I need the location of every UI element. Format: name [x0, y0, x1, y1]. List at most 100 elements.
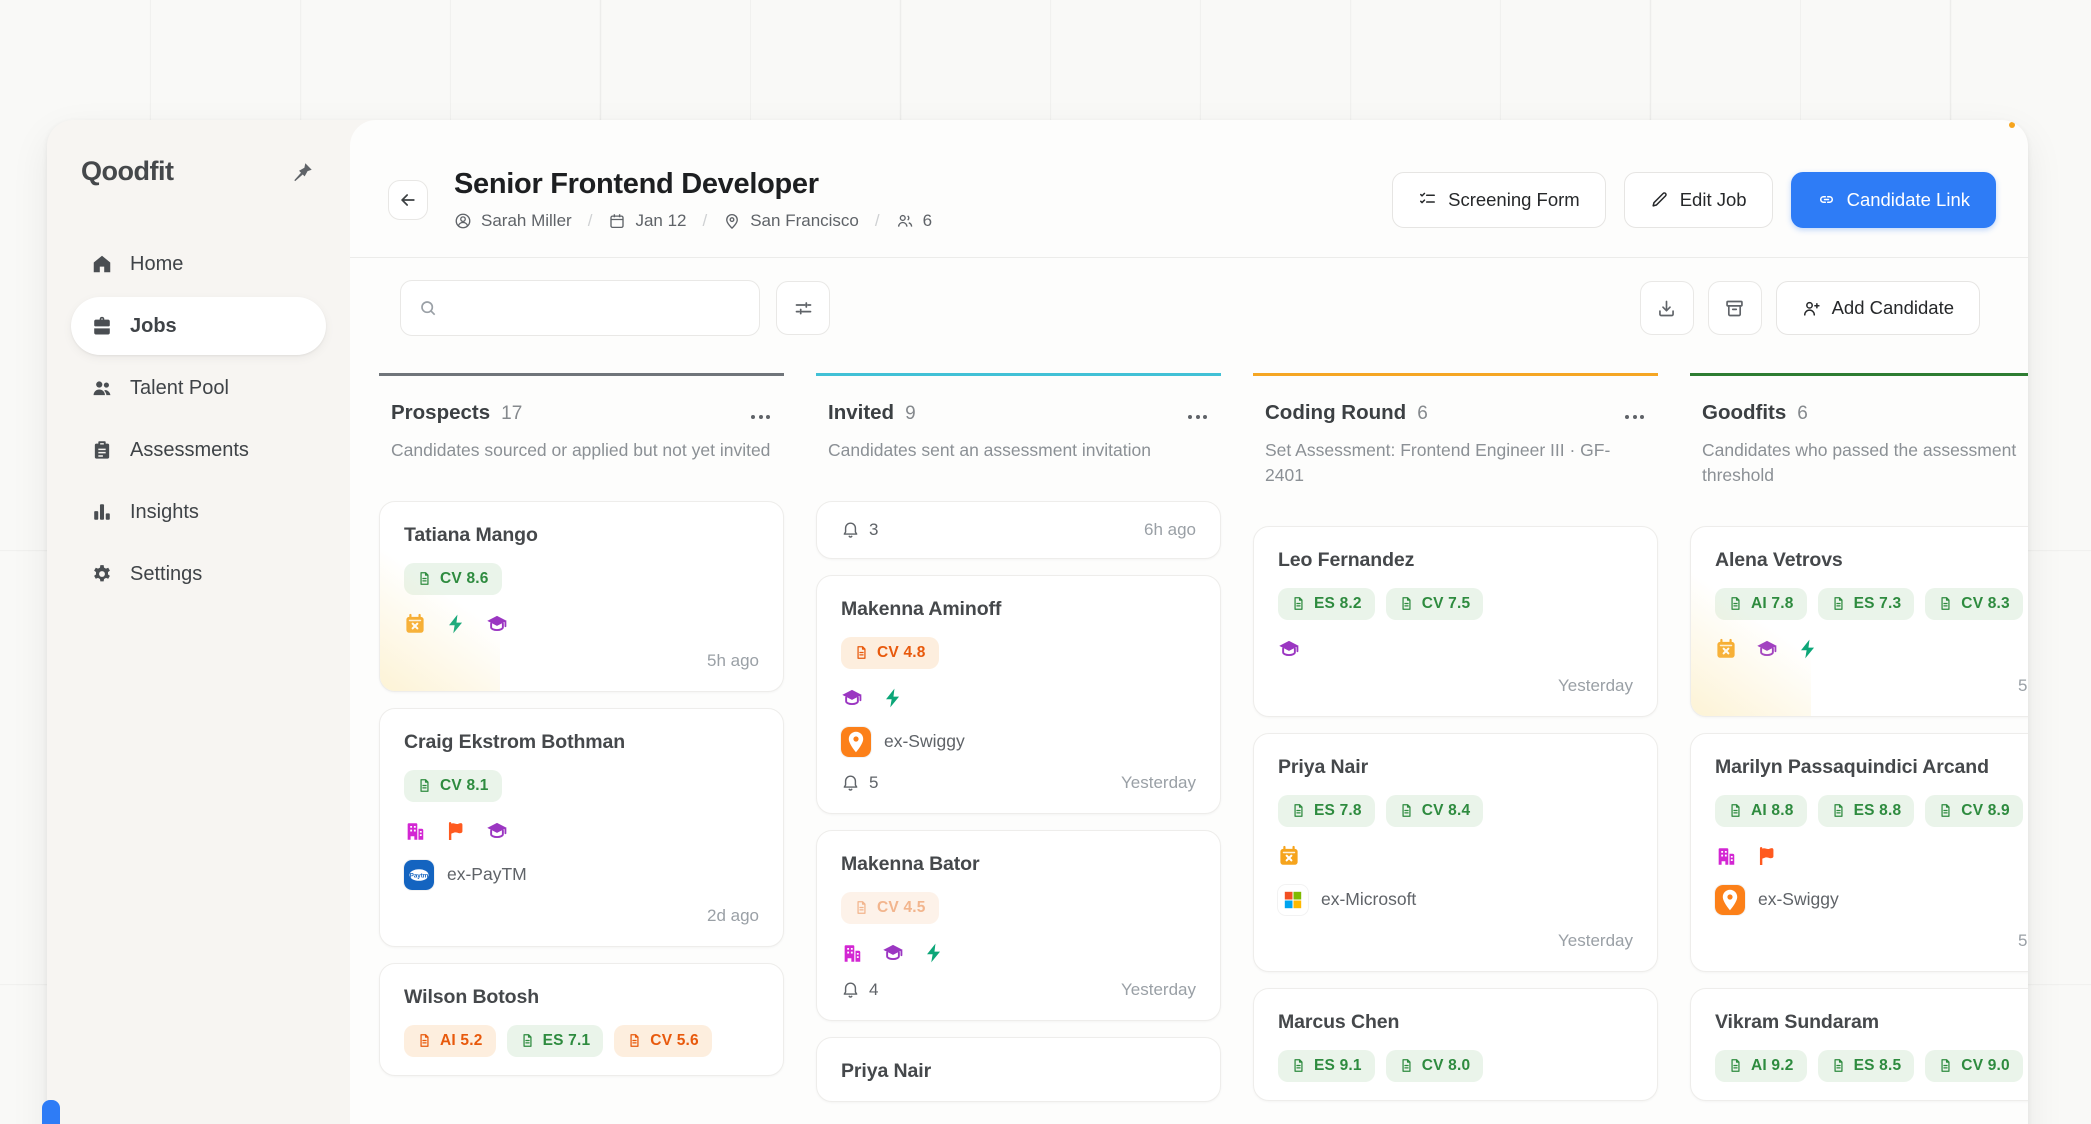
back-button[interactable] [388, 180, 428, 220]
column-header: Invited9Candidates sent an assessment in… [816, 376, 1221, 463]
candidate-card-marilyn-passaquindici-arcand[interactable]: Marilyn Passaquindici Arcand AI 8.8ES 8.8… [1690, 733, 2028, 972]
candidate-link-button[interactable]: Candidate Link [1791, 172, 1996, 228]
candidate-name: Marilyn Passaquindici Arcand [1715, 756, 2028, 779]
candidate-card-priya-nair[interactable]: Priya NairES 7.8CV 8.4ex-MicrosoftYester… [1253, 733, 1658, 972]
search-box[interactable] [400, 280, 760, 336]
app-window: Qoodfit HomeJobsTalent PoolAssessmentsIn… [47, 120, 2028, 1124]
document-icon [417, 778, 432, 793]
calendar-icon [608, 212, 626, 230]
candidate-name: Makenna Bator [841, 853, 1196, 876]
score-badges: CV 8.6 [404, 563, 759, 595]
company-name: ex-PayTM [447, 864, 527, 885]
column-title: Invited [828, 401, 894, 425]
screening-form-button[interactable]: Screening Form [1392, 172, 1606, 228]
candidate-name: Vikram Sundaram [1715, 1011, 2028, 1034]
score-badge: AI 5.2 [404, 1025, 496, 1057]
sidebar-item-home[interactable]: Home [71, 235, 326, 293]
building-icon [404, 820, 426, 842]
filter-button[interactable] [776, 281, 830, 335]
edit-job-button[interactable]: Edit Job [1624, 172, 1773, 228]
sidebar-item-insights[interactable]: Insights [71, 483, 326, 541]
company-row: ex-Microsoft [1278, 885, 1633, 915]
candidate-card-craig-ekstrom-bothman[interactable]: Craig Ekstrom BothmanCV 8.1Paytmex-PayTM… [379, 708, 784, 947]
candidate-name: Tatiana Mango [404, 524, 759, 547]
score-badge: CV 8.4 [1386, 795, 1484, 827]
card-footer: 5h ago [1715, 674, 2028, 698]
candidate-card-vikram-sundaram[interactable]: Vikram SundaramAI 9.2ES 8.5CV 9.0 [1690, 988, 2028, 1101]
signal-icons [1278, 638, 1633, 660]
swiggy-logo-icon [1715, 885, 1745, 915]
checklist-icon [1418, 190, 1437, 209]
link-icon [1817, 190, 1836, 209]
candidate-card-tatiana-mango[interactable]: Tatiana MangoCV 8.65h ago [379, 501, 784, 692]
sidebar-pin-icon[interactable] [290, 159, 316, 185]
cap-icon [841, 687, 863, 709]
company-name: ex-Swiggy [884, 731, 965, 752]
clipboard-icon [91, 439, 113, 461]
card-timestamp: Yesterday [1121, 980, 1196, 1000]
export-button[interactable] [1640, 281, 1694, 335]
search-icon [418, 298, 438, 318]
column-count: 9 [905, 403, 916, 425]
column-count: 6 [1417, 403, 1428, 425]
score-badges: AI 8.8ES 8.8CV 8.9 [1715, 795, 2028, 827]
brand-logo-dot [2009, 122, 2015, 128]
add-candidate-button[interactable]: Add Candidate [1776, 281, 1980, 335]
column-description: Set Assessment: Frontend Engineer III · … [1265, 438, 1646, 488]
document-icon [1938, 596, 1953, 611]
score-badge: ES 8.2 [1278, 588, 1375, 620]
score-badges: ES 7.8CV 8.4 [1278, 795, 1633, 827]
building-icon [841, 942, 863, 964]
people-icon [896, 212, 914, 230]
candidate-card-priya-nair[interactable]: Priya Nair [816, 1037, 1221, 1102]
candidate-card-makenna-aminoff[interactable]: Makenna AminoffCV 4.8ex-Swiggy5Yesterday [816, 575, 1221, 814]
sidebar-item-label: Assessments [130, 439, 249, 462]
sidebar-item-talent-pool[interactable]: Talent Pool [71, 359, 326, 417]
score-badge: CV 8.1 [404, 770, 502, 802]
signal-icons [404, 820, 759, 842]
candidate-card[interactable]: 36h ago [816, 501, 1221, 559]
score-badges: AI 7.8ES 7.3CV 8.3 [1715, 588, 2028, 620]
signal-icons [1278, 845, 1633, 867]
card-footer: 2d ago [404, 904, 759, 928]
signal-icons [1715, 845, 2028, 867]
job-location: San Francisco [723, 211, 859, 231]
cap-icon [882, 942, 904, 964]
document-icon [1728, 596, 1743, 611]
bolt-icon [882, 687, 904, 709]
column-title: Prospects [391, 401, 490, 425]
swiggy-logo-icon [841, 727, 871, 757]
cap-icon [1278, 638, 1300, 660]
candidate-card-wilson-botosh[interactable]: Wilson BotoshAI 5.2ES 7.1CV 5.6 [379, 963, 784, 1076]
column-menu-button[interactable] [1186, 407, 1209, 427]
sidebar-item-settings[interactable]: Settings [71, 545, 326, 603]
bell-icon [841, 773, 860, 792]
document-icon [627, 1033, 642, 1048]
column-menu-button[interactable] [1623, 407, 1646, 427]
download-icon [1656, 298, 1677, 319]
candidate-card-marcus-chen[interactable]: Marcus ChenES 9.1CV 8.0 [1253, 988, 1658, 1101]
score-badge: ES 8.8 [1818, 795, 1915, 827]
briefcase-icon [91, 315, 113, 337]
document-icon [1938, 1058, 1953, 1073]
sidebar-item-assessments[interactable]: Assessments [71, 421, 326, 479]
column-description: Candidates who passed the assessment thr… [1702, 438, 2028, 488]
company-row: ex-Swiggy [841, 727, 1196, 757]
column-menu-button[interactable] [749, 407, 772, 427]
score-badge: ES 7.3 [1818, 588, 1915, 620]
person-circle-icon [454, 212, 472, 230]
archive-button[interactable] [1708, 281, 1762, 335]
candidate-card-alena-vetrovs[interactable]: Alena VetrovsAI 7.8ES 7.3CV 8.35h ago [1690, 526, 2028, 717]
sidebar-nav: HomeJobsTalent Pool Assessments InsightsSe… [71, 235, 326, 603]
sidebar-item-jobs[interactable]: Jobs [71, 297, 326, 355]
score-badges: AI 5.2ES 7.1CV 5.6 [404, 1025, 759, 1057]
card-footer: 5Yesterday [841, 771, 1196, 795]
score-badges: CV 8.1 [404, 770, 759, 802]
candidate-card-makenna-bator[interactable]: Makenna BatorCV 4.54Yesterday [816, 830, 1221, 1021]
search-input[interactable] [450, 298, 742, 318]
document-icon [1728, 803, 1743, 818]
card-footer: Yesterday [1278, 674, 1633, 698]
score-badge: AI 9.2 [1715, 1050, 1807, 1082]
candidate-card-leo-fernandez[interactable]: Leo FernandezES 8.2CV 7.5Yesterday [1253, 526, 1658, 717]
cap-icon [486, 820, 508, 842]
